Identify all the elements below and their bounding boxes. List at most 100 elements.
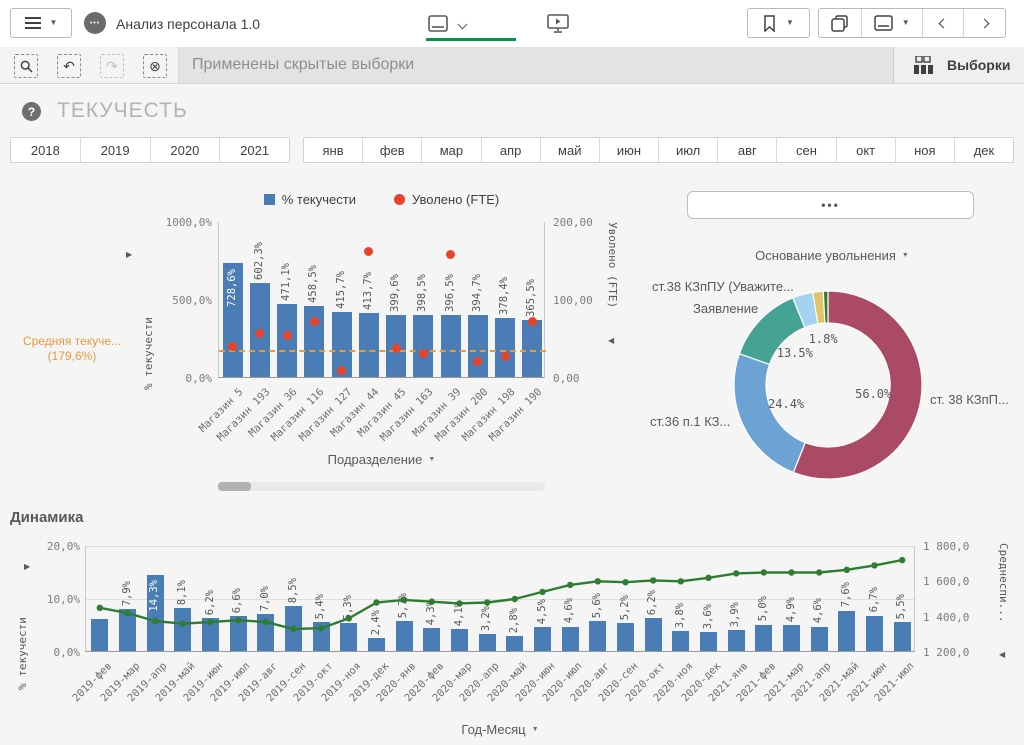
line-point-2021-май[interactable] <box>844 567 850 573</box>
chart-scrollbar-thumb[interactable] <box>218 482 251 491</box>
line-point-2020-фев[interactable] <box>429 599 435 605</box>
legend-dot-icon <box>394 194 405 205</box>
axis-scroll-right-icon[interactable]: ▶ <box>24 562 30 571</box>
line-point-2020-янв[interactable] <box>401 597 407 603</box>
month-filter-фев[interactable]: фев <box>362 138 421 162</box>
line-point-2020-июл[interactable] <box>567 582 573 588</box>
line-point-2019-май[interactable] <box>180 621 186 627</box>
clear-icon: ⊗ <box>149 59 161 73</box>
bar-Магазин 44[interactable] <box>359 313 379 378</box>
legend-square-icon <box>264 194 275 205</box>
point-Магазин 127[interactable] <box>337 366 346 375</box>
dimension-selector[interactable]: Подразделение ▼ <box>218 452 545 467</box>
axis-scroll-left-icon[interactable]: ◀ <box>999 650 1005 659</box>
line-point-2020-ноя[interactable] <box>678 578 684 584</box>
next-sheet-button[interactable] <box>963 9 1005 37</box>
chart-scrollbar[interactable] <box>218 482 545 491</box>
bar-label: 399,6% <box>389 274 402 312</box>
slice-pct-label: 13.5% <box>777 346 813 360</box>
prev-sheet-button[interactable] <box>922 9 964 37</box>
donut-slice-1[interactable] <box>734 354 805 473</box>
line-point-2021-июл[interactable] <box>899 557 905 563</box>
line-point-2019-сен[interactable] <box>290 626 296 632</box>
sheet-view-button[interactable] <box>428 15 448 37</box>
dimension-selector[interactable]: Год-Месяц ▼ <box>85 722 915 737</box>
app-options-icon[interactable]: ••• <box>84 12 106 34</box>
line-point-2020-окт[interactable] <box>650 577 656 583</box>
month-filter-окт[interactable]: окт <box>836 138 895 162</box>
step-back-button[interactable]: ↶ <box>57 54 81 78</box>
redo-icon: ↷ <box>106 59 118 73</box>
line-point-2019-июл[interactable] <box>235 617 241 623</box>
line-point-2021-апр[interactable] <box>816 569 822 575</box>
point-Магазин 39[interactable] <box>446 250 455 259</box>
month-filter-июн[interactable]: июн <box>599 138 658 162</box>
year-filter-2019[interactable]: 2019 <box>80 138 150 162</box>
year-filter-2018[interactable]: 2018 <box>11 138 80 162</box>
line-point-2020-апр[interactable] <box>484 599 490 605</box>
bar-Магазин 39[interactable] <box>441 315 461 377</box>
sheet-list-button[interactable]: ▼ <box>861 9 922 37</box>
bar-Магазин 163[interactable] <box>413 315 433 377</box>
bar-label: 728,6% <box>226 269 239 307</box>
line-point-2021-янв[interactable] <box>733 570 739 576</box>
step-forward-button[interactable]: ↷ <box>100 54 124 78</box>
point-Магазин 163[interactable] <box>419 349 428 358</box>
year-filter-2020[interactable]: 2020 <box>150 138 220 162</box>
bookmarks-button[interactable]: ▼ <box>747 8 810 38</box>
line-point-2019-фев[interactable] <box>97 605 103 611</box>
line-point-2021-фев[interactable] <box>761 569 767 575</box>
axis-scroll-left-icon[interactable]: ◀ <box>608 336 614 345</box>
main-menu-button[interactable]: ▼ <box>10 8 72 38</box>
presentation-button[interactable] <box>547 14 569 38</box>
line-point-2020-авг[interactable] <box>595 578 601 584</box>
month-filter-ноя[interactable]: ноя <box>895 138 954 162</box>
line-point-2020-дек[interactable] <box>705 575 711 581</box>
bar-Магазин 36[interactable] <box>277 304 297 378</box>
month-filter-мар[interactable]: мар <box>421 138 480 162</box>
duplicate-sheet-button[interactable] <box>819 9 861 37</box>
line-point-2019-авг[interactable] <box>263 619 269 625</box>
line-point-2019-апр[interactable] <box>152 618 158 624</box>
month-filter-авг[interactable]: авг <box>717 138 776 162</box>
selections-tool-button[interactable]: Выборки <box>893 47 1024 83</box>
line-point-2019-дек[interactable] <box>373 599 379 605</box>
bar-label: 413,7% <box>362 272 375 310</box>
point-Магазин 36[interactable] <box>283 331 292 340</box>
line-point-2020-июн[interactable] <box>539 589 545 595</box>
line-point-2019-окт[interactable] <box>318 625 324 631</box>
dismissal-reasons-chart: ••• Основание увольнения ▼ 56.0%24.4%13.… <box>640 170 1024 500</box>
month-filter-май[interactable]: май <box>540 138 599 162</box>
caret-down-icon: ▼ <box>902 19 910 27</box>
chevron-right-icon <box>980 18 990 28</box>
slice-pct-label: 56.0% <box>855 387 891 401</box>
month-filter-дек[interactable]: дек <box>954 138 1013 162</box>
bar-Магазин 116[interactable] <box>304 306 324 378</box>
bar-Магазин 200[interactable] <box>468 315 488 377</box>
right-tick: 0,00 <box>553 372 580 385</box>
smart-search-button[interactable] <box>14 54 38 78</box>
line-point-2019-июн[interactable] <box>207 619 213 625</box>
line-point-2021-мар[interactable] <box>788 569 794 575</box>
axis-scroll-right-icon[interactable]: ▶ <box>126 250 132 259</box>
average-reference-line <box>219 350 546 352</box>
line-point-2020-мар[interactable] <box>456 600 462 606</box>
bar-Магазин 198[interactable] <box>495 318 515 377</box>
month-filter-сен[interactable]: сен <box>776 138 835 162</box>
point-Магазин 44[interactable] <box>364 247 373 256</box>
month-filter-апр[interactable]: апр <box>481 138 540 162</box>
point-Магазин 198[interactable] <box>501 352 510 361</box>
month-filter-янв[interactable]: янв <box>304 138 362 162</box>
line-point-2019-ноя[interactable] <box>346 615 352 621</box>
clear-selections-button[interactable]: ⊗ <box>143 54 167 78</box>
line-point-2020-май[interactable] <box>512 596 518 602</box>
line-point-2021-июн[interactable] <box>871 562 877 568</box>
point-Магазин 45[interactable] <box>392 344 401 353</box>
bar-Магазин 190[interactable] <box>522 320 542 377</box>
help-icon[interactable]: ? <box>22 102 41 121</box>
month-filter-июл[interactable]: июл <box>658 138 717 162</box>
line-point-2020-сен[interactable] <box>622 579 628 585</box>
line-point-2019-мар[interactable] <box>124 610 130 616</box>
chevron-down-icon[interactable] <box>458 20 468 30</box>
year-filter-2021[interactable]: 2021 <box>219 138 289 162</box>
